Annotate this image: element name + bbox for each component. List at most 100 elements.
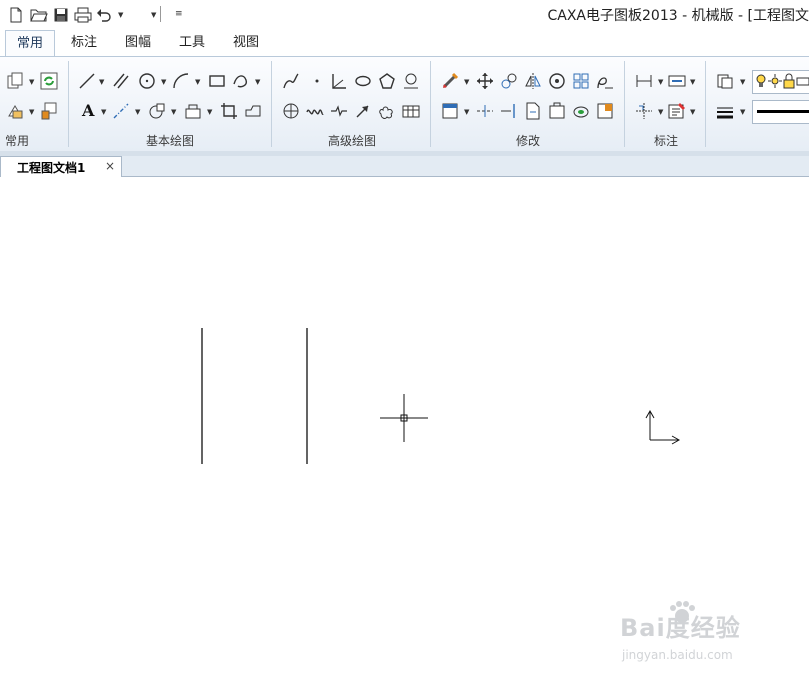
group-separator [705,61,706,147]
dimension-icon[interactable] [635,72,653,90]
undo-dropdown-icon[interactable]: ▼ [118,11,123,19]
layer-combo[interactable] [752,70,809,94]
chamfer-icon[interactable] [596,102,614,120]
circle-dropdown-icon[interactable]: ▼ [161,78,166,86]
crop-icon[interactable] [220,102,238,120]
hatch-icon[interactable] [148,102,166,120]
polyline-icon[interactable] [282,72,300,90]
lock-icon [782,73,796,89]
lightbulb-icon [754,73,768,89]
text-style-icon[interactable] [668,72,686,90]
coordinate-dropdown-icon[interactable]: ▼ [658,108,663,116]
spline-dropdown-icon[interactable]: ▼ [255,78,260,86]
linetype-combo[interactable] [752,100,809,124]
sun-icon [768,73,782,89]
ribbon-tabs: 常用 标注 图幅 工具 视图 [0,30,809,58]
rotate-icon[interactable] [548,72,566,90]
undo-icon[interactable] [96,7,112,23]
centerline-icon[interactable] [112,102,130,120]
window-title: CAXA电子图板2013 - 机械版 - [工程图文 [547,8,809,24]
tolerance-dropdown-icon[interactable]: ▼ [690,108,695,116]
match-properties-icon[interactable] [6,102,24,120]
selection-dropdown-icon[interactable]: ▼ [464,108,469,116]
redo-dropdown-icon[interactable]: ▼ [151,11,156,19]
document-tab[interactable]: 工程图文档1 × [0,156,122,177]
shape-icon[interactable] [244,102,262,120]
customize-quick-access-icon[interactable]: ≡ [175,9,183,19]
open-folder-icon[interactable] [30,7,48,23]
group-label-annotate: 标注 [653,134,678,148]
coordinate-annotation-icon[interactable] [635,102,653,120]
trim-icon[interactable] [596,72,614,90]
rectangle-icon[interactable] [208,72,226,90]
properties-dropdown-icon[interactable]: ▼ [29,78,34,86]
match-dropdown-icon[interactable]: ▼ [29,108,34,116]
polygon-icon[interactable] [378,72,396,90]
document-tab-bar: 工程图文档1 × [0,156,809,177]
circle-icon[interactable] [138,72,156,90]
save-icon[interactable] [53,7,69,23]
spline-icon[interactable] [232,72,250,90]
block-icon[interactable] [184,102,202,120]
tab-annotate[interactable]: 标注 [60,30,108,56]
angle-line-icon[interactable] [330,72,348,90]
watermark-url: jingyan.baidu.com [622,648,733,662]
format-painter-icon[interactable] [40,102,58,120]
array-icon[interactable] [572,72,590,90]
refresh-icon[interactable] [40,72,58,90]
trim-line-icon[interactable] [476,102,494,120]
explode-icon[interactable] [548,102,566,120]
line-icon[interactable] [78,72,96,90]
hatch-dropdown-icon[interactable]: ▼ [171,108,176,116]
text-dropdown-icon[interactable]: ▼ [101,108,106,116]
tolerance-icon[interactable] [668,102,686,120]
copy-icon[interactable] [500,72,518,90]
line-width-dropdown-icon[interactable]: ▼ [740,108,745,116]
table-icon[interactable] [402,102,420,120]
delete-icon[interactable] [441,72,459,90]
center-mark-icon[interactable] [282,102,300,120]
new-file-icon[interactable] [8,7,24,23]
extend-icon[interactable] [500,102,518,120]
tab-view[interactable]: 视图 [222,30,270,56]
text-icon[interactable]: A [80,101,98,119]
arrow-icon[interactable] [354,102,372,120]
layer-icon[interactable] [716,72,734,90]
ellipse-icon[interactable] [354,72,372,90]
hole-shaft-icon[interactable] [402,72,420,90]
block-dropdown-icon[interactable]: ▼ [207,108,212,116]
arc-dropdown-icon[interactable]: ▼ [195,78,200,86]
mirror-icon[interactable] [524,72,542,90]
tab-tools[interactable]: 工具 [168,30,216,56]
line-dropdown-icon[interactable]: ▼ [99,78,104,86]
ucs-axis-icon [645,409,681,445]
break-line-icon[interactable] [330,102,348,120]
group-separator [271,61,272,147]
tab-sheet[interactable]: 图幅 [114,30,162,56]
arc-icon[interactable] [172,72,190,90]
layer-dropdown-icon[interactable]: ▼ [740,78,745,86]
wave-line-icon[interactable] [306,102,324,120]
quick-access-separator [160,6,161,22]
stretch-icon[interactable] [524,102,542,120]
parallel-line-icon[interactable] [112,72,130,90]
svg-text:A: A [81,101,95,119]
tab-common[interactable]: 常用 [5,30,55,58]
line-width-icon[interactable] [716,103,734,121]
move-icon[interactable] [476,72,494,90]
group-label-advanced-draw: 高级绘图 [327,134,376,148]
selection-icon[interactable] [441,102,459,120]
properties-icon[interactable] [6,72,24,90]
crosshair-cursor-icon [380,394,428,442]
delete-dropdown-icon[interactable]: ▼ [464,78,469,86]
cloud-line-icon[interactable] [378,102,396,120]
text-style-dropdown-icon[interactable]: ▼ [690,78,695,86]
point-icon[interactable] [308,72,326,90]
centerline-dropdown-icon[interactable]: ▼ [135,108,140,116]
print-layer-icon [796,73,809,89]
print-icon[interactable] [74,7,92,23]
dimension-dropdown-icon[interactable]: ▼ [658,78,663,86]
document-tab-label: 工程图文档1 [17,161,86,175]
scale-icon[interactable] [572,102,590,120]
close-icon[interactable]: × [105,159,115,173]
